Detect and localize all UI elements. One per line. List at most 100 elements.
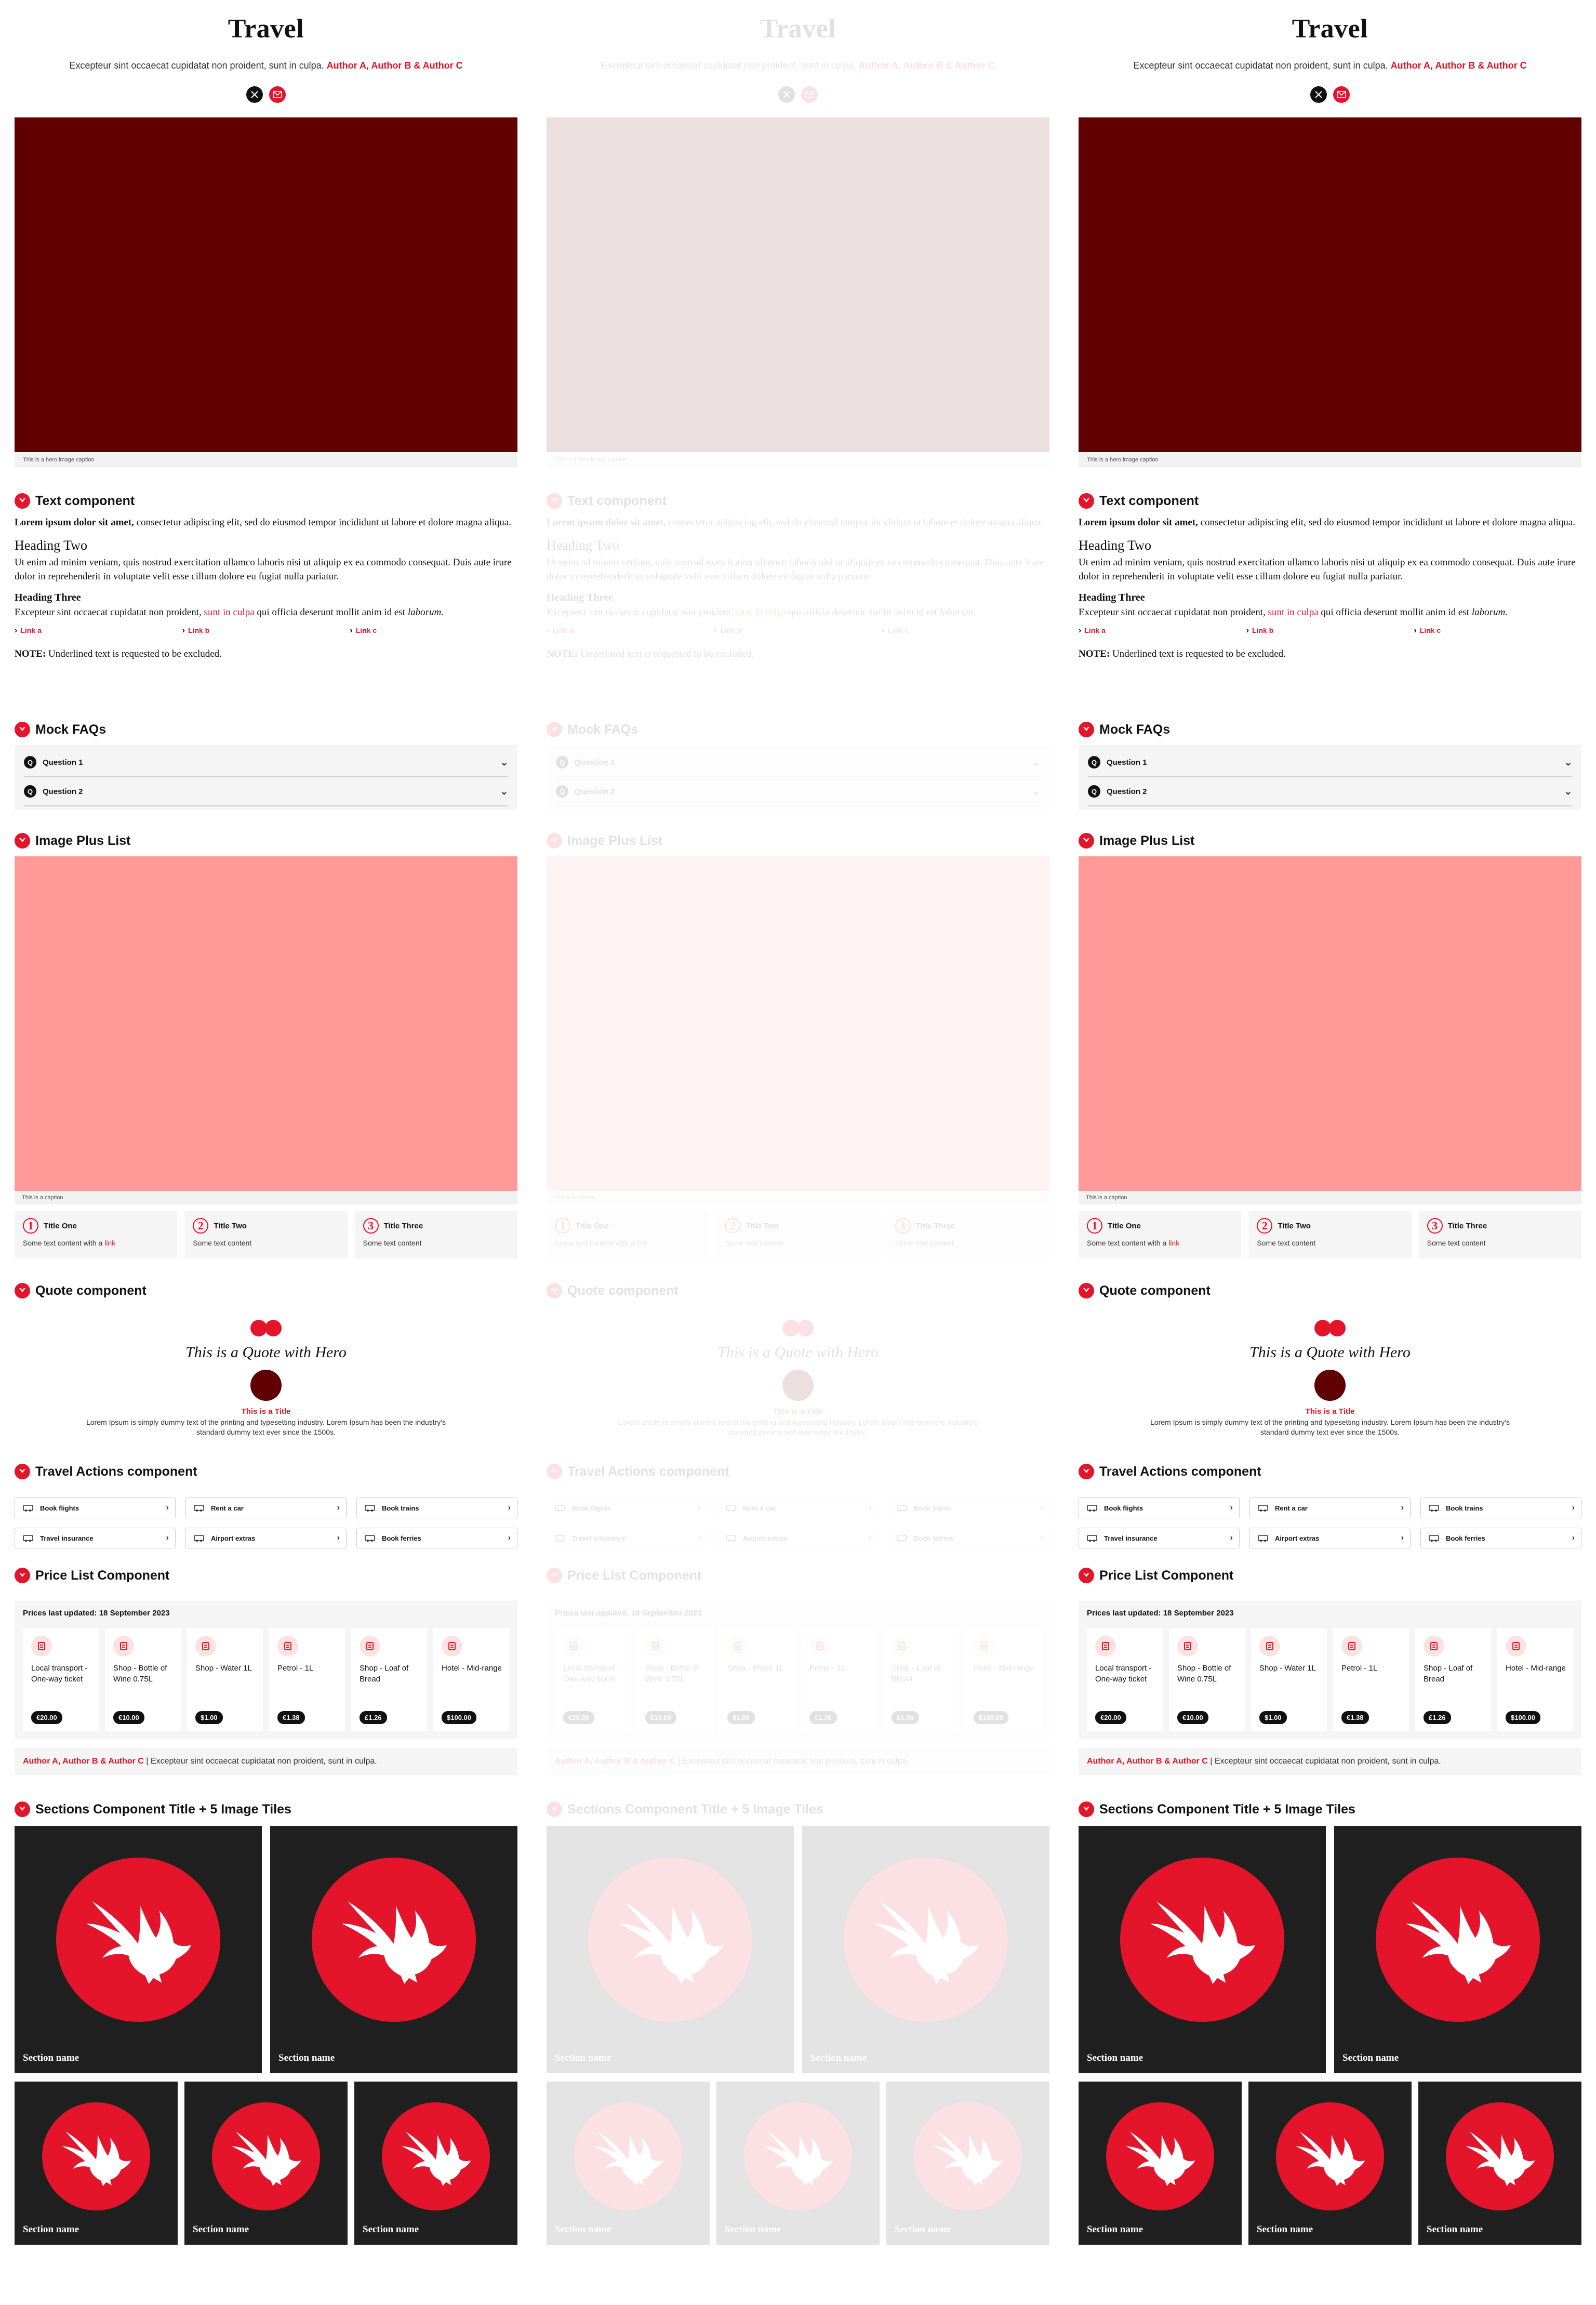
mail-icon[interactable] xyxy=(269,86,286,103)
travel-action-button[interactable]: Airport extras › xyxy=(717,1528,879,1548)
section-tile[interactable]: Section name xyxy=(15,2082,178,2245)
travel-action-button[interactable]: Travel insurance › xyxy=(15,1528,176,1548)
x-icon[interactable] xyxy=(778,86,795,103)
link-c[interactable]: › Link c xyxy=(882,624,1049,638)
price-card: Petrol - 1L €1.38 xyxy=(269,1628,345,1731)
list-image xyxy=(547,856,1049,1191)
footer-authors[interactable]: Author A, Author B & Author C xyxy=(555,1757,676,1766)
travel-action-button[interactable]: Book trains › xyxy=(356,1498,517,1518)
chevron-down-icon[interactable]: ⌄ xyxy=(1032,757,1040,768)
faq-question-2[interactable]: Q Question 2 ⌄ xyxy=(24,777,508,806)
quote-avatar xyxy=(1314,1370,1346,1401)
byline-text: Excepteur sint occaecat cupidatat non pr… xyxy=(69,60,324,71)
section-tile[interactable]: Section name xyxy=(547,2082,710,2245)
section-tile[interactable]: Section name xyxy=(1079,1826,1326,2073)
quote-avatar xyxy=(782,1370,814,1401)
brand-eagle-icon xyxy=(15,1801,30,1817)
section-tile[interactable]: Section name xyxy=(1248,2082,1412,2245)
travel-action-button[interactable]: Rent a car › xyxy=(717,1498,879,1518)
travel-action-button[interactable]: Book flights › xyxy=(1079,1498,1240,1518)
mail-icon[interactable] xyxy=(1333,86,1350,103)
inline-link[interactable]: link xyxy=(636,1239,647,1247)
price-value: €20.00 xyxy=(563,1711,594,1724)
chevron-down-icon[interactable]: ⌄ xyxy=(1032,786,1040,797)
inline-link[interactable]: link xyxy=(104,1239,115,1247)
faq-list: Q Question 1 ⌄ Q Question 2 ⌄ xyxy=(15,745,517,810)
travel-action-button[interactable]: Book trains › xyxy=(888,1498,1049,1518)
section-tile[interactable]: Section name xyxy=(270,1826,517,2073)
inline-link[interactable]: sunt in culpa xyxy=(736,607,787,618)
mail-icon[interactable] xyxy=(801,86,818,103)
section-tile[interactable]: Section name xyxy=(1079,2082,1242,2245)
link-b[interactable]: › Link b xyxy=(182,624,350,638)
link-label: Link c xyxy=(1419,626,1441,634)
link-label: Link a xyxy=(1084,626,1106,634)
price-label: Shop - Water 1L xyxy=(1259,1664,1316,1673)
travel-actions-heading: Travel Actions component xyxy=(1079,1462,1261,1481)
travel-action-button[interactable]: Travel insurance › xyxy=(1079,1528,1240,1548)
section-tile[interactable]: Section name xyxy=(716,2082,880,2245)
inline-link[interactable]: link xyxy=(1168,1239,1179,1247)
travel-action-button[interactable]: Book ferries › xyxy=(888,1528,1049,1548)
price-list-heading: Price List Component xyxy=(1079,1566,1233,1585)
text: consectetur adipiscing elit, sed do eius… xyxy=(666,517,1043,528)
faq-heading: Mock FAQs xyxy=(1079,720,1170,739)
section-tile[interactable]: Section name xyxy=(1418,2082,1581,2245)
text: qui officia deserunt mollit anim id est xyxy=(1318,607,1472,618)
section-tile[interactable]: Section name xyxy=(1334,1826,1581,2073)
section-tile[interactable]: Section name xyxy=(802,1826,1049,2073)
travel-action-button[interactable]: Book ferries › xyxy=(1420,1528,1581,1548)
bread-icon xyxy=(1424,1636,1444,1657)
travel-action-button[interactable]: Rent a car › xyxy=(185,1498,347,1518)
chevron-down-icon[interactable]: ⌄ xyxy=(1564,757,1572,768)
faq-question-1[interactable]: Q Question 1 ⌄ xyxy=(1088,748,1572,777)
inline-link[interactable]: sunt in culpa xyxy=(1268,607,1319,618)
section-tile[interactable]: Section name xyxy=(15,1826,262,2073)
eagle-logo-icon xyxy=(382,2102,490,2211)
footer-authors[interactable]: Author A, Author B & Author C xyxy=(1087,1757,1208,1766)
x-icon[interactable] xyxy=(1310,86,1327,103)
link-a[interactable]: › Link a xyxy=(547,624,714,638)
section-tile[interactable]: Section name xyxy=(354,2082,517,2245)
quote-body: Lorem Ipsum is simply dummy text of the … xyxy=(1150,1418,1510,1436)
eagle-logo-icon xyxy=(56,1857,220,2022)
section-tile[interactable]: Section name xyxy=(886,2082,1049,2245)
byline-authors[interactable]: Author A, Author B & Author C xyxy=(859,60,995,71)
faq-question-2[interactable]: Q Question 2 ⌄ xyxy=(556,777,1040,806)
link-b[interactable]: › Link b xyxy=(1246,624,1414,638)
list-image xyxy=(1079,856,1581,1191)
link-c[interactable]: › Link c xyxy=(350,624,517,638)
travel-action-button[interactable]: Travel insurance › xyxy=(547,1528,708,1548)
travel-action-button[interactable]: Book flights › xyxy=(547,1498,708,1518)
chevron-down-icon[interactable]: ⌄ xyxy=(1564,786,1572,797)
footer-authors[interactable]: Author A, Author B & Author C xyxy=(23,1757,144,1766)
travel-action-button[interactable]: Book ferries › xyxy=(356,1528,517,1548)
list-item: 2 Title Two Some text content xyxy=(184,1211,348,1259)
travel-action-button[interactable]: Rent a car › xyxy=(1249,1498,1411,1518)
faq-question-1[interactable]: Q Question 1 ⌄ xyxy=(556,748,1040,777)
travel-action-button[interactable]: Airport extras › xyxy=(1249,1528,1411,1548)
link-b[interactable]: › Link b xyxy=(714,624,882,638)
faq-question-2[interactable]: Q Question 2 ⌄ xyxy=(1088,777,1572,806)
inline-link[interactable]: sunt in culpa xyxy=(204,607,255,618)
travel-action-button[interactable]: Book flights › xyxy=(15,1498,176,1518)
link-c[interactable]: › Link c xyxy=(1414,624,1581,638)
byline-authors[interactable]: Author A, Author B & Author C xyxy=(1391,60,1527,71)
travel-action-button[interactable]: Airport extras › xyxy=(185,1528,347,1548)
quote-title: This is a Title xyxy=(773,1407,823,1416)
question-label: Question 1 xyxy=(575,758,615,767)
price-cards: Local transport - One-way ticket €20.00 … xyxy=(23,1628,509,1731)
byline-authors[interactable]: Author A, Author B & Author C xyxy=(327,60,463,71)
travel-action-button[interactable]: Book trains › xyxy=(1420,1498,1581,1518)
section-tile[interactable]: Section name xyxy=(184,2082,348,2245)
section-tile[interactable]: Section name xyxy=(547,1826,794,2073)
link-a[interactable]: › Link a xyxy=(15,624,182,638)
faq-question-1[interactable]: Q Question 1 ⌄ xyxy=(24,748,508,777)
numbered-list: 1 Title One Some text content with a link… xyxy=(15,1211,517,1259)
chevron-down-icon[interactable]: ⌄ xyxy=(500,786,508,797)
heading-three: Heading Three xyxy=(547,592,613,603)
x-icon[interactable] xyxy=(246,86,263,103)
price-cards: Local transport - One-way ticket €20.00 … xyxy=(1087,1628,1573,1731)
chevron-down-icon[interactable]: ⌄ xyxy=(500,757,508,768)
link-a[interactable]: › Link a xyxy=(1079,624,1246,638)
